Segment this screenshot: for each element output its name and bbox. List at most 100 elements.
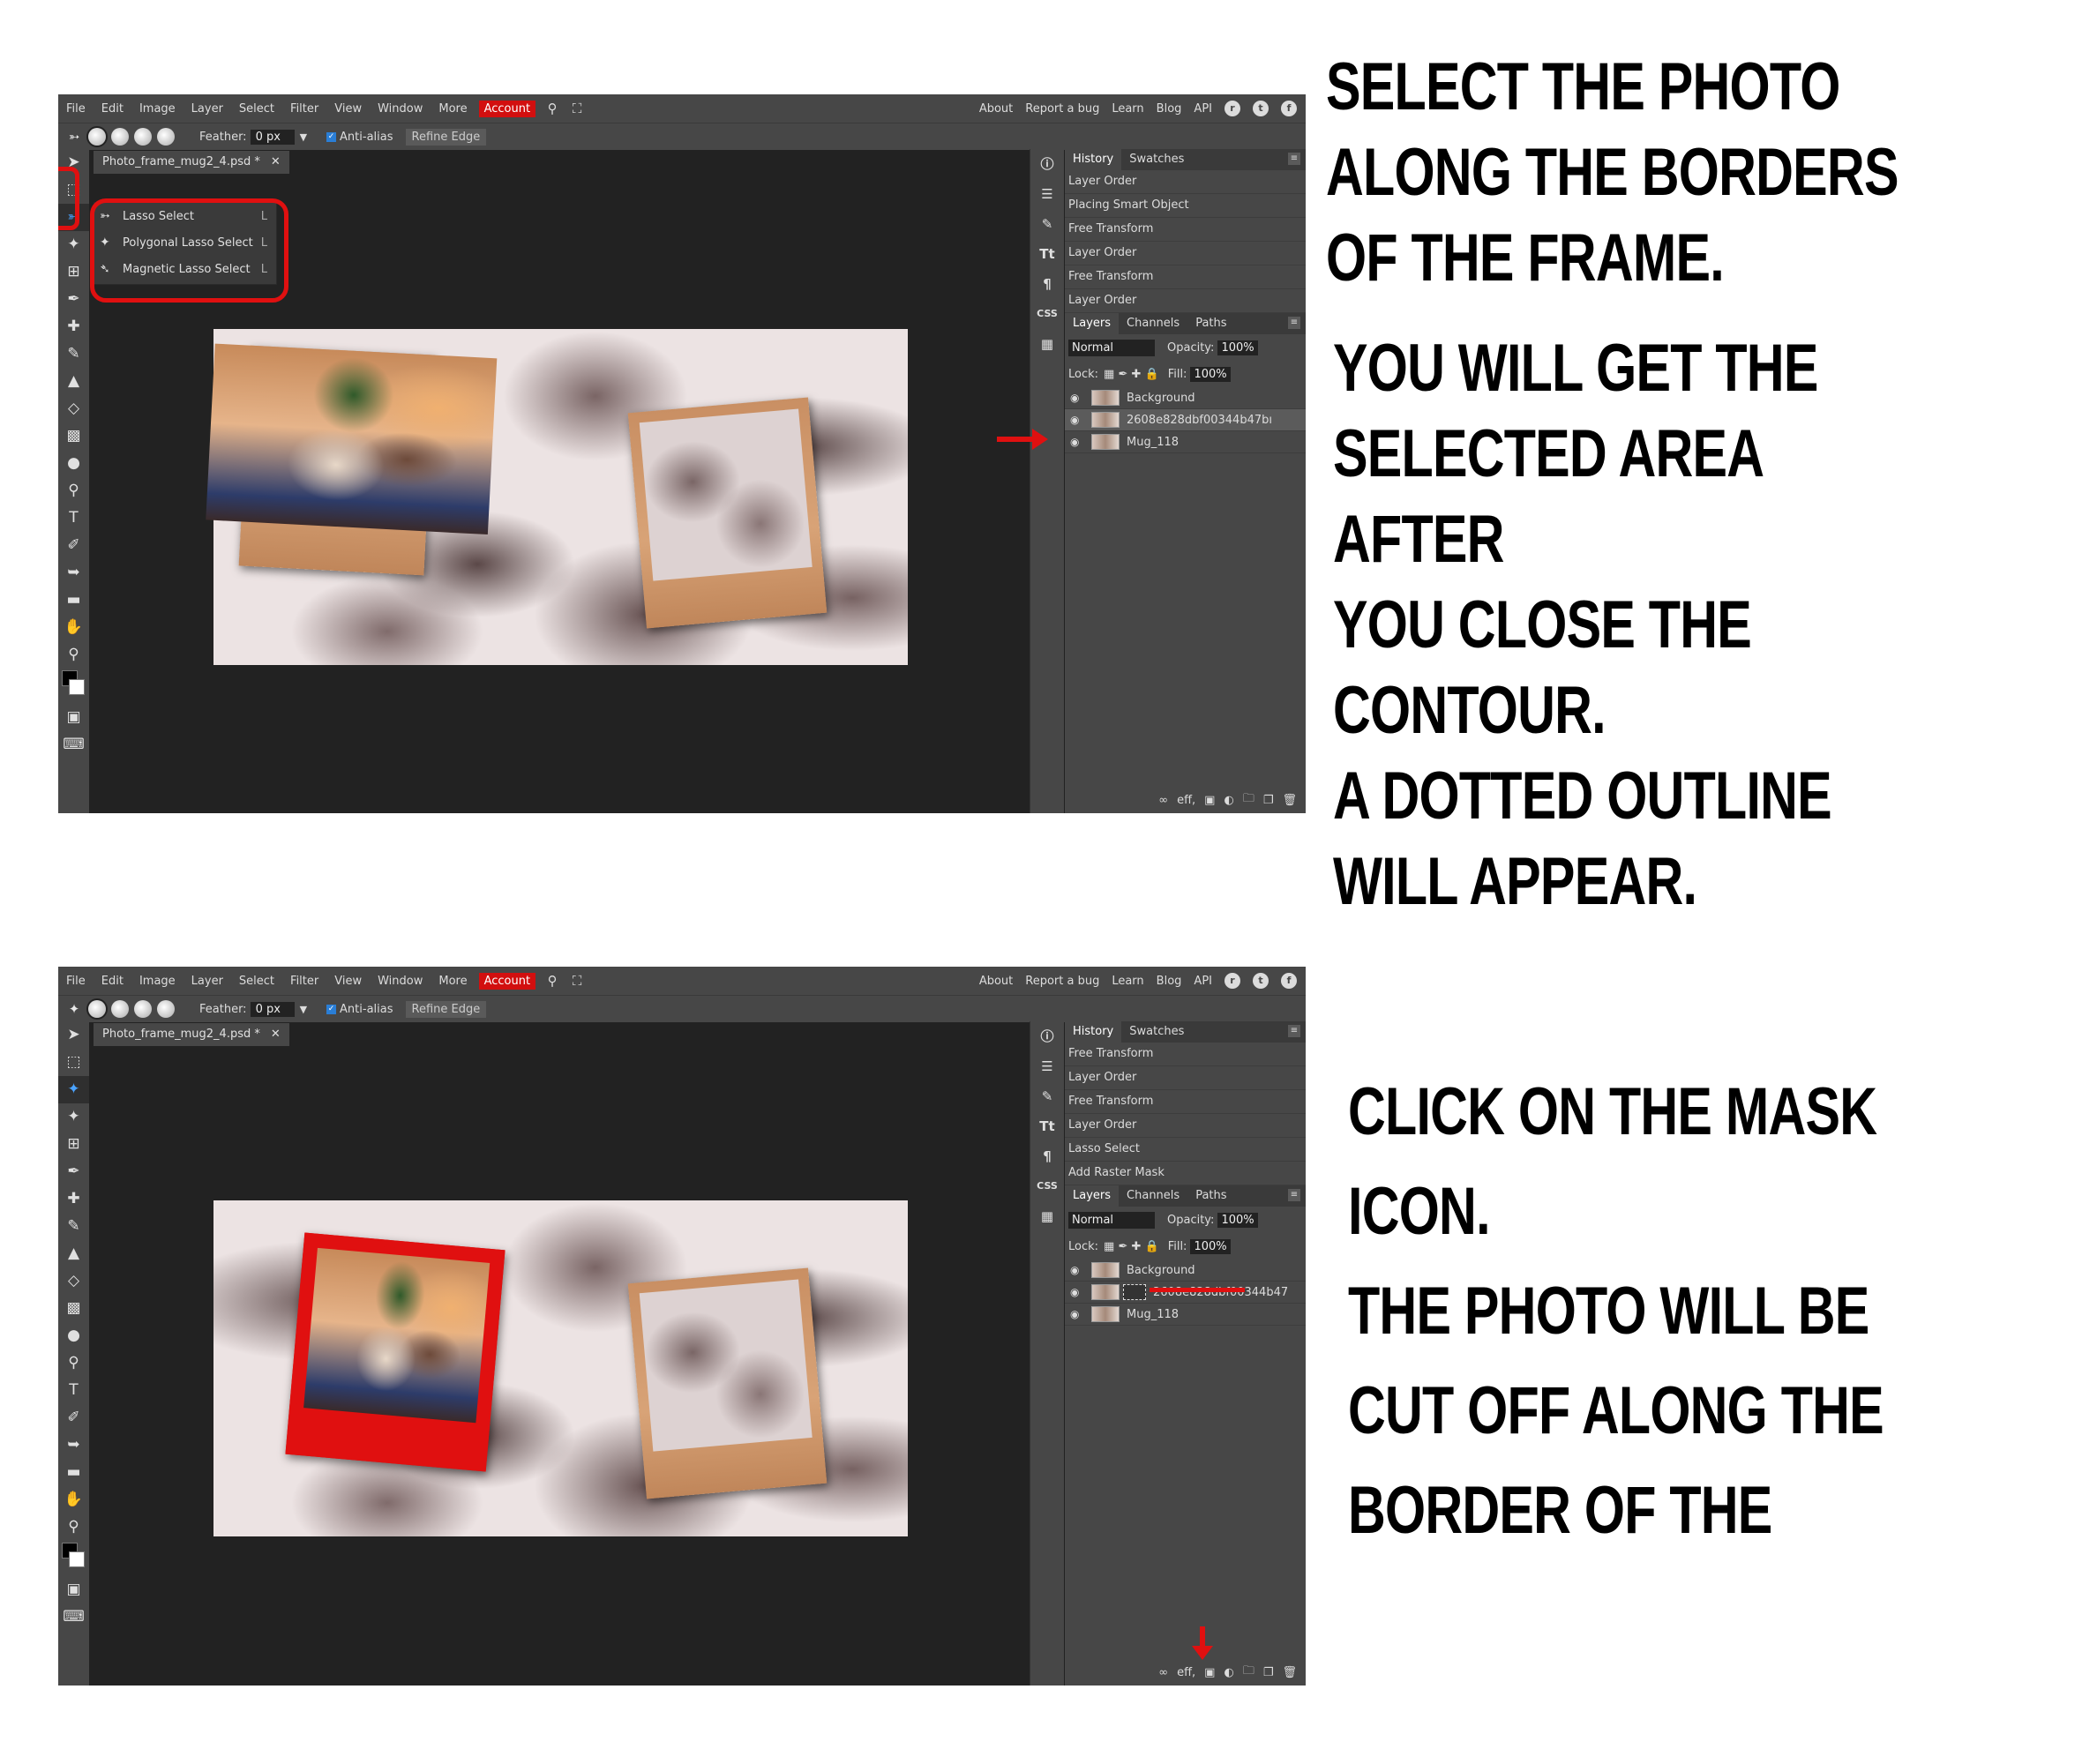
panel-menu-icon[interactable]: ≡ (1288, 1025, 1300, 1037)
eraser-tool-icon[interactable]: ◇ (58, 1267, 89, 1295)
tab-history[interactable]: History (1065, 1021, 1122, 1043)
history-item[interactable]: Free Transform (1065, 1043, 1306, 1066)
eye-icon[interactable]: ◉ (1070, 392, 1084, 404)
link-blog[interactable]: Blog (1157, 102, 1182, 116)
tab-layers[interactable]: Layers (1065, 1185, 1120, 1207)
menu-view[interactable]: View (326, 102, 370, 116)
type-tool-icon[interactable]: T (58, 505, 89, 532)
tab-swatches[interactable]: Swatches (1121, 1021, 1192, 1043)
adjust-icon[interactable]: ☰ (1030, 1051, 1064, 1081)
link-report-bug[interactable]: Report a bug (1025, 975, 1099, 988)
selection-mode-add-icon[interactable] (111, 128, 129, 146)
magic-wand-icon[interactable]: ✦ (58, 231, 89, 258)
close-icon[interactable]: ✕ (271, 1028, 281, 1041)
trash-icon[interactable]: 🗑 (1282, 794, 1297, 807)
paragraph-icon[interactable]: ¶ (1030, 269, 1064, 299)
menu-edit[interactable]: Edit (94, 975, 131, 988)
css-icon[interactable]: CSS (1030, 299, 1064, 329)
character-icon[interactable]: Tt (1030, 239, 1064, 269)
eye-icon[interactable]: ◉ (1070, 436, 1084, 448)
tab-history[interactable]: History (1065, 149, 1122, 170)
chevron-down-icon[interactable]: ▼ (300, 1004, 307, 1015)
history-item[interactable]: Layer Order (1065, 1114, 1306, 1138)
search-icon[interactable]: ⚲ (544, 973, 560, 989)
fill-input[interactable]: 100% (1190, 366, 1231, 382)
dodge-tool-icon[interactable]: ⚲ (58, 477, 89, 505)
trash-icon[interactable]: 🗑 (1282, 1666, 1297, 1679)
history-item[interactable]: Layer Order (1065, 289, 1306, 313)
adjustment-icon[interactable]: ◐ (1224, 1666, 1233, 1679)
history-item[interactable]: Layer Order (1065, 170, 1306, 194)
character-icon[interactable]: Tt (1030, 1111, 1064, 1141)
gradient-tool-icon[interactable]: ▩ (58, 1295, 89, 1322)
menu-window[interactable]: Window (370, 102, 431, 116)
opacity-input[interactable]: 100% (1217, 340, 1258, 355)
info-icon[interactable]: ⓘ (1030, 149, 1064, 179)
effects-label[interactable]: eff, (1177, 1666, 1195, 1679)
link-api[interactable]: API (1194, 975, 1212, 988)
hand-tool-icon[interactable]: ✋ (58, 614, 89, 641)
folder-icon[interactable]: 🗀 (1243, 1663, 1254, 1682)
link-api[interactable]: API (1194, 102, 1212, 116)
search-icon[interactable]: ⚲ (544, 101, 560, 116)
link-learn[interactable]: Learn (1112, 975, 1143, 988)
antialias-checkbox[interactable]: ✓ (326, 131, 337, 142)
eye-icon[interactable]: ◉ (1070, 414, 1084, 426)
magic-wand-icon[interactable]: ✦ (58, 1103, 89, 1131)
layer-row[interactable]: ◉ 2608e828dbf00344b47 (1065, 1282, 1306, 1304)
layer-row[interactable]: ◉ Mug_118 (1065, 1304, 1306, 1326)
chevron-down-icon[interactable]: ▼ (300, 131, 307, 143)
panel-menu-icon[interactable]: ≡ (1288, 1189, 1300, 1201)
info-icon[interactable]: ⓘ (1030, 1021, 1064, 1051)
canvas-image[interactable] (206, 329, 908, 665)
css-icon[interactable]: CSS (1030, 1171, 1064, 1201)
history-item[interactable]: Layer Order (1065, 242, 1306, 265)
eyedropper-icon[interactable]: ✒ (58, 1158, 89, 1185)
blur-tool-icon[interactable]: ● (58, 450, 89, 477)
eye-icon[interactable]: ◉ (1070, 1308, 1084, 1320)
mask-icon[interactable]: ▣ (1204, 794, 1215, 807)
feather-input[interactable]: 0 px (250, 1001, 295, 1017)
menu-image[interactable]: Image (131, 975, 183, 988)
history-item[interactable]: Layer Order (1065, 1066, 1306, 1090)
brush-settings-icon[interactable]: ✎ (1030, 209, 1064, 239)
zoom-tool-icon[interactable]: ⚲ (58, 641, 89, 669)
selection-mode-new-icon[interactable] (88, 1000, 106, 1018)
selection-mode-intersect-icon[interactable] (157, 1000, 175, 1018)
effects-label[interactable]: eff, (1177, 794, 1195, 807)
tab-paths[interactable]: Paths (1187, 313, 1234, 334)
close-icon[interactable]: ✕ (271, 155, 281, 168)
fullscreen-icon[interactable]: ⛶ (569, 973, 585, 989)
background-color[interactable] (69, 679, 85, 695)
refine-edge-button[interactable]: Refine Edge (405, 1000, 487, 1018)
tab-channels[interactable]: Channels (1119, 1185, 1187, 1207)
pen-tool-icon[interactable]: ✐ (58, 1404, 89, 1431)
opacity-input[interactable]: 100% (1217, 1212, 1258, 1228)
selection-mode-intersect-icon[interactable] (157, 128, 175, 146)
document-tab[interactable]: Photo_frame_mug2_4.psd * ✕ (94, 1023, 289, 1046)
adjust-icon[interactable]: ☰ (1030, 179, 1064, 209)
lock-icons[interactable]: ▦ ✒ ✚ 🔒 (1104, 368, 1159, 381)
menu-select[interactable]: Select (231, 975, 282, 988)
paragraph-icon[interactable]: ¶ (1030, 1141, 1064, 1171)
move-tool-icon[interactable]: ➤ (58, 1021, 89, 1049)
path-select-icon[interactable]: ➥ (58, 559, 89, 587)
quick-mask-icon[interactable]: ▣ (58, 1576, 89, 1603)
healing-tool-icon[interactable]: ✚ (58, 313, 89, 340)
menu-view[interactable]: View (326, 975, 370, 988)
layer-row[interactable]: ◉ Background (1065, 1259, 1306, 1282)
menu-layer[interactable]: Layer (183, 975, 231, 988)
lock-icons[interactable]: ▦ ✒ ✚ 🔒 (1104, 1240, 1159, 1253)
refine-edge-button[interactable]: Refine Edge (405, 128, 487, 146)
tab-layers[interactable]: Layers (1065, 313, 1120, 334)
twitter-icon[interactable]: t (1253, 973, 1269, 989)
history-item[interactable]: Free Transform (1065, 1090, 1306, 1114)
background-color[interactable] (69, 1551, 85, 1567)
quick-mask-icon[interactable]: ▣ (58, 704, 89, 731)
eye-icon[interactable]: ◉ (1070, 1286, 1084, 1298)
shape-tool-icon[interactable]: ▬ (58, 587, 89, 614)
history-item[interactable]: Add Raster Mask (1065, 1162, 1306, 1185)
fill-input[interactable]: 100% (1190, 1238, 1231, 1254)
blend-mode-select[interactable]: Normal (1068, 1211, 1155, 1229)
layer-row[interactable]: ◉ Background (1065, 387, 1306, 409)
